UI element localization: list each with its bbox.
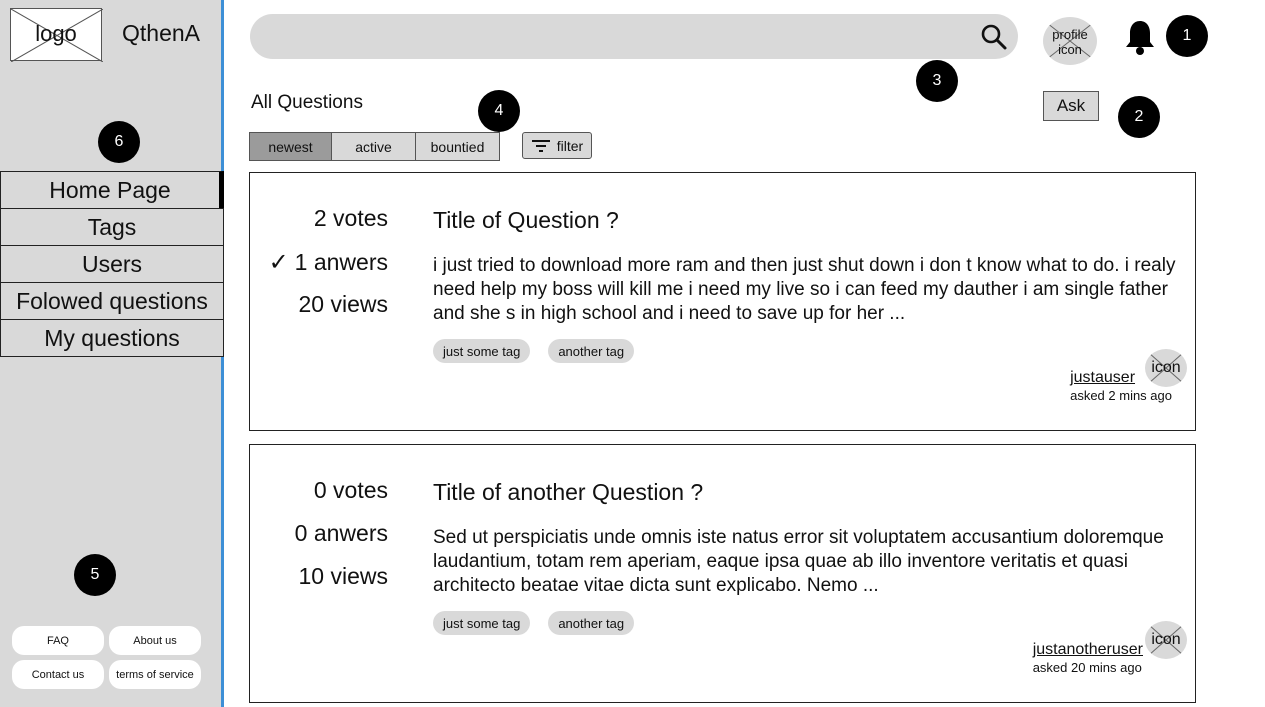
question-excerpt: i just tried to download more ram and th…	[433, 255, 1176, 324]
tab-bountied[interactable]: bountied	[415, 132, 500, 161]
vote-count: 2 votes	[313, 205, 388, 231]
footer-link-terms-of-service[interactable]: terms of service	[109, 660, 201, 689]
search-icon[interactable]	[980, 23, 1008, 51]
search-bar	[250, 14, 1018, 59]
answer-count: 1 anwers	[294, 249, 388, 275]
question-card: 2 votes ✓ 1 anwers 20 views Title of Ques…	[249, 172, 1196, 431]
answer-count: 0 anwers	[294, 520, 388, 546]
sidebar-item-users[interactable]: Users	[0, 245, 224, 283]
question-title[interactable]: Title of another Question ?	[433, 479, 703, 506]
user-icon-label: icon	[1151, 631, 1181, 648]
footer-links: FAQ About us Contact us terms of service	[12, 626, 204, 689]
page-title: All Questions	[251, 92, 363, 113]
profile-icon-label: profile icon	[1052, 27, 1088, 57]
profile-icon[interactable]: profile icon	[1043, 17, 1097, 65]
author-name[interactable]: justanotheruser	[1033, 641, 1143, 659]
footer-link-faq[interactable]: FAQ	[12, 626, 104, 655]
annotation-marker-6: 6	[98, 121, 140, 163]
sidebar-item-my-questions[interactable]: My questions	[0, 319, 224, 357]
filter-label: filter	[556, 137, 584, 154]
sidebar-item-tags[interactable]: Tags	[0, 208, 224, 246]
question-stats: 2 votes ✓ 1 anwers 20 views	[250, 205, 388, 334]
question-stats: 0 votes 0 anwers 10 views	[250, 477, 388, 606]
question-excerpt: Sed ut perspiciatis unde omnis iste natu…	[433, 527, 1164, 596]
sidebar: logo QthenA 6 Home Page Tags Users Folow…	[0, 0, 224, 707]
tag-chip[interactable]: just some tag	[433, 339, 531, 363]
bell-icon[interactable]	[1124, 18, 1156, 56]
ask-question-button[interactable]: Ask	[1043, 91, 1099, 121]
question-tags: just some tag another tag	[433, 611, 635, 635]
author-info: justanotheruser asked 20 mins ago	[1033, 641, 1143, 675]
sidebar-item-followed-questions[interactable]: Folowed questions	[0, 282, 224, 320]
footer-link-about-us[interactable]: About us	[109, 626, 201, 655]
checkmark-icon: ✓	[268, 249, 289, 276]
sidebar-item-home-page[interactable]: Home Page	[0, 171, 224, 209]
tab-newest[interactable]: newest	[249, 132, 332, 161]
tag-chip[interactable]: another tag	[548, 339, 635, 363]
annotation-marker-1: 1	[1166, 15, 1208, 57]
filter-icon	[531, 139, 550, 152]
user-avatar-icon[interactable]: icon	[1145, 349, 1187, 387]
app-name: QthenA	[122, 20, 200, 46]
asked-time: asked 2 mins ago	[1070, 388, 1172, 403]
asked-time: asked 20 mins ago	[1032, 660, 1142, 675]
tag-chip[interactable]: another tag	[548, 611, 635, 635]
search-input[interactable]	[250, 14, 950, 59]
annotation-marker-2: 2	[1118, 96, 1160, 138]
question-card: 0 votes 0 anwers 10 views Title of anoth…	[249, 444, 1196, 703]
view-count: 10 views	[298, 563, 388, 589]
logo-text: logo	[35, 21, 77, 46]
logo-placeholder[interactable]: logo	[10, 8, 103, 62]
user-icon-label: icon	[1151, 359, 1181, 376]
footer-link-contact-us[interactable]: Contact us	[12, 660, 104, 689]
user-avatar-icon[interactable]: icon	[1145, 621, 1187, 659]
annotation-marker-4: 4	[478, 90, 520, 132]
view-count: 20 views	[298, 291, 388, 317]
question-title[interactable]: Title of Question ?	[433, 207, 619, 234]
annotation-marker-5: 5	[74, 554, 116, 596]
question-tags: just some tag another tag	[433, 339, 635, 363]
sort-tabs: newest active bountied	[249, 132, 500, 161]
tab-active[interactable]: active	[331, 132, 416, 161]
tag-chip[interactable]: just some tag	[433, 611, 531, 635]
vote-count: 0 votes	[313, 477, 388, 503]
filter-button[interactable]: filter	[522, 132, 592, 159]
answer-count-row: ✓ 1 anwers	[250, 248, 388, 291]
annotation-marker-3: 3	[916, 60, 958, 102]
sidebar-nav: Home Page Tags Users Folowed questions M…	[0, 171, 224, 357]
